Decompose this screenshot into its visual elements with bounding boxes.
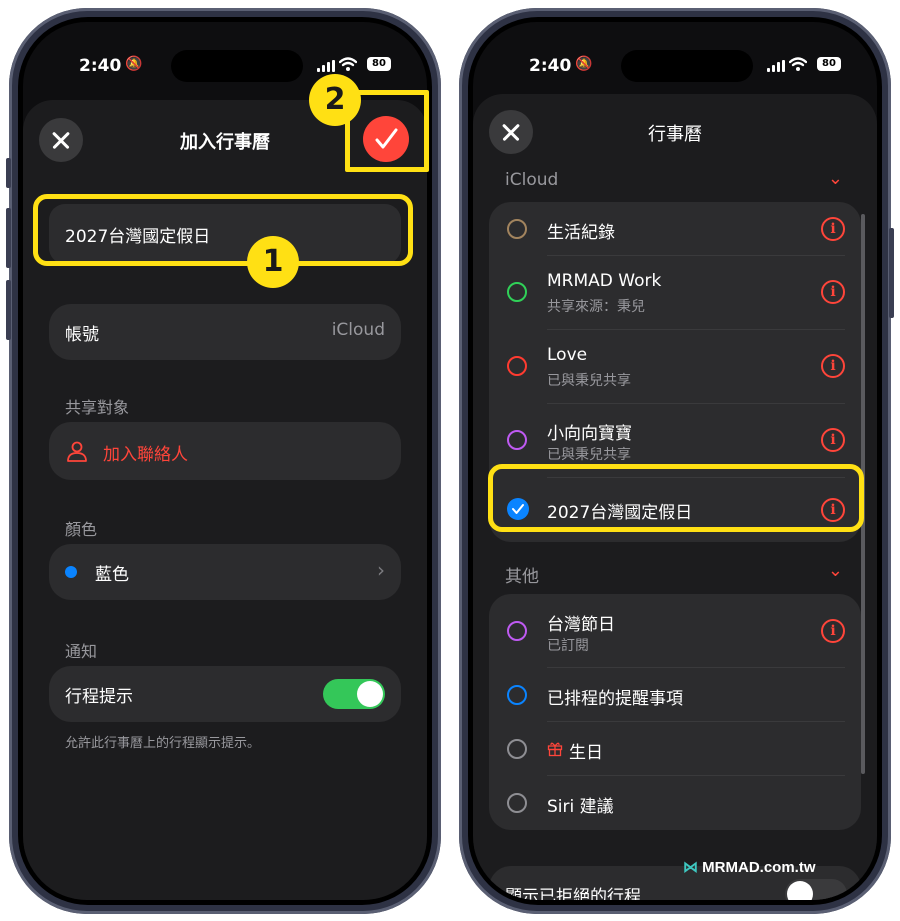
add-contact-label: 加入聯絡人 bbox=[103, 445, 188, 465]
calendar-title: 已排程的提醒事項 bbox=[547, 689, 683, 709]
status-time: 2:40 bbox=[79, 56, 122, 76]
right-phone: 2:40 🔕 80 行事曆 iCloud ⌄ 生活紀錄 i MRMAD Work… bbox=[459, 8, 894, 914]
wifi-icon bbox=[789, 57, 807, 71]
footnote: 允許此行事曆上的行程顯示提示。 bbox=[65, 736, 261, 751]
list-item[interactable]: Siri 建議 bbox=[489, 776, 861, 830]
side-button bbox=[889, 228, 894, 318]
highlight-selected-calendar bbox=[488, 464, 864, 532]
notify-header: 通知 bbox=[65, 642, 98, 661]
calendar-subtitle: 已與秉兒共享 bbox=[547, 373, 631, 389]
wifi-icon bbox=[339, 57, 357, 71]
volume-up-button bbox=[6, 208, 11, 268]
chevron-down-icon[interactable]: ⌄ bbox=[828, 560, 843, 581]
status-bar: 2:40 🔕 80 bbox=[23, 22, 427, 82]
shared-header: 共享對象 bbox=[65, 398, 130, 417]
calendar-title: 生日 bbox=[569, 743, 603, 763]
add-contact-row[interactable]: 加入聯絡人 bbox=[49, 422, 401, 480]
calendar-title: 生活紀錄 bbox=[547, 223, 615, 243]
calendar-subtitle: 共享來源：秉兒 bbox=[547, 299, 645, 315]
calendar-color-ring[interactable] bbox=[507, 219, 527, 239]
color-row[interactable]: 藍色 › bbox=[49, 544, 401, 600]
battery-indicator: 80 bbox=[367, 57, 391, 71]
sheet-title: 行事曆 bbox=[648, 124, 702, 145]
step-badge-2: 2 bbox=[309, 74, 361, 126]
dynamic-island bbox=[171, 50, 303, 82]
dynamic-island bbox=[621, 50, 753, 82]
account-row[interactable]: 帳號 iCloud bbox=[49, 304, 401, 360]
account-value: iCloud bbox=[331, 320, 385, 340]
calendar-color-ring[interactable] bbox=[507, 793, 527, 813]
info-icon[interactable]: i bbox=[821, 280, 845, 304]
calendar-title: 小向向寶寶 bbox=[547, 424, 632, 444]
silent-bell-icon: 🔕 bbox=[125, 56, 143, 72]
calendar-subtitle: 已訂閱 bbox=[547, 638, 589, 654]
signal-icon bbox=[767, 60, 785, 72]
icloud-header: iCloud bbox=[505, 170, 559, 190]
calendar-color-ring[interactable] bbox=[507, 282, 527, 302]
color-header: 顏色 bbox=[65, 520, 98, 539]
silent-bell-icon: 🔕 bbox=[575, 56, 593, 72]
action-button bbox=[6, 158, 11, 188]
chevron-right-icon: › bbox=[377, 558, 385, 582]
volume-down-button bbox=[6, 280, 11, 340]
watermark: ⋈ MRMAD.com.tw bbox=[683, 858, 816, 876]
status-time: 2:40 bbox=[529, 56, 572, 76]
status-bar: 2:40 🔕 80 bbox=[473, 22, 877, 82]
right-screen: 2:40 🔕 80 行事曆 iCloud ⌄ 生活紀錄 i MRMAD Work… bbox=[473, 22, 877, 900]
highlight-name-field bbox=[33, 194, 413, 266]
calendar-title: Siri 建議 bbox=[547, 797, 614, 817]
list-item[interactable]: MRMAD Work 共享來源：秉兒 i bbox=[489, 256, 861, 330]
alert-toggle[interactable] bbox=[323, 679, 385, 709]
calendar-color-ring[interactable] bbox=[507, 356, 527, 376]
info-icon[interactable]: i bbox=[821, 354, 845, 378]
calendar-color-ring[interactable] bbox=[507, 430, 527, 450]
list-item[interactable]: 已排程的提醒事項 bbox=[489, 668, 861, 722]
calendar-title: MRMAD Work bbox=[547, 271, 662, 291]
mrmad-logo-icon: ⋈ bbox=[683, 859, 698, 876]
step-badge-1: 1 bbox=[247, 236, 299, 288]
alert-label: 行程提示 bbox=[65, 687, 133, 707]
person-icon bbox=[67, 441, 87, 462]
calendar-title: Love bbox=[547, 345, 588, 365]
list-item[interactable]: 生日 bbox=[489, 722, 861, 776]
calendar-color-ring[interactable] bbox=[507, 621, 527, 641]
calendar-color-ring[interactable] bbox=[507, 739, 527, 759]
declined-label: 顯示已拒絕的行程 bbox=[505, 887, 641, 900]
list-item[interactable]: 台灣節日 已訂閱 i bbox=[489, 594, 861, 668]
signal-icon bbox=[317, 60, 335, 72]
color-value: 藍色 bbox=[95, 565, 129, 585]
gift-icon bbox=[547, 742, 563, 757]
list-item[interactable]: Love 已與秉兒共享 i bbox=[489, 330, 861, 404]
color-dot bbox=[65, 566, 77, 578]
declined-toggle[interactable] bbox=[785, 879, 847, 900]
left-phone: 2:40 🔕 80 加入行事曆 2027台灣國定假日 帳號 iCloud 共享對… bbox=[6, 8, 441, 914]
calendar-subtitle: 已與秉兒共享 bbox=[547, 447, 631, 463]
battery-indicator: 80 bbox=[817, 57, 841, 71]
chevron-down-icon[interactable]: ⌄ bbox=[828, 168, 843, 189]
other-header: 其他 bbox=[505, 567, 539, 587]
info-icon[interactable]: i bbox=[821, 428, 845, 452]
info-icon[interactable]: i bbox=[821, 619, 845, 643]
info-icon[interactable]: i bbox=[821, 217, 845, 241]
list-item[interactable]: 生活紀錄 i bbox=[489, 202, 861, 256]
watermark-text: MRMAD.com.tw bbox=[702, 859, 816, 876]
other-list: 台灣節日 已訂閱 i 已排程的提醒事項 生日 Siri 建議 bbox=[489, 594, 861, 830]
account-label: 帳號 bbox=[65, 325, 99, 345]
calendar-color-ring[interactable] bbox=[507, 685, 527, 705]
calendar-title: 台灣節日 bbox=[547, 615, 615, 635]
alert-row: 行程提示 bbox=[49, 666, 401, 722]
